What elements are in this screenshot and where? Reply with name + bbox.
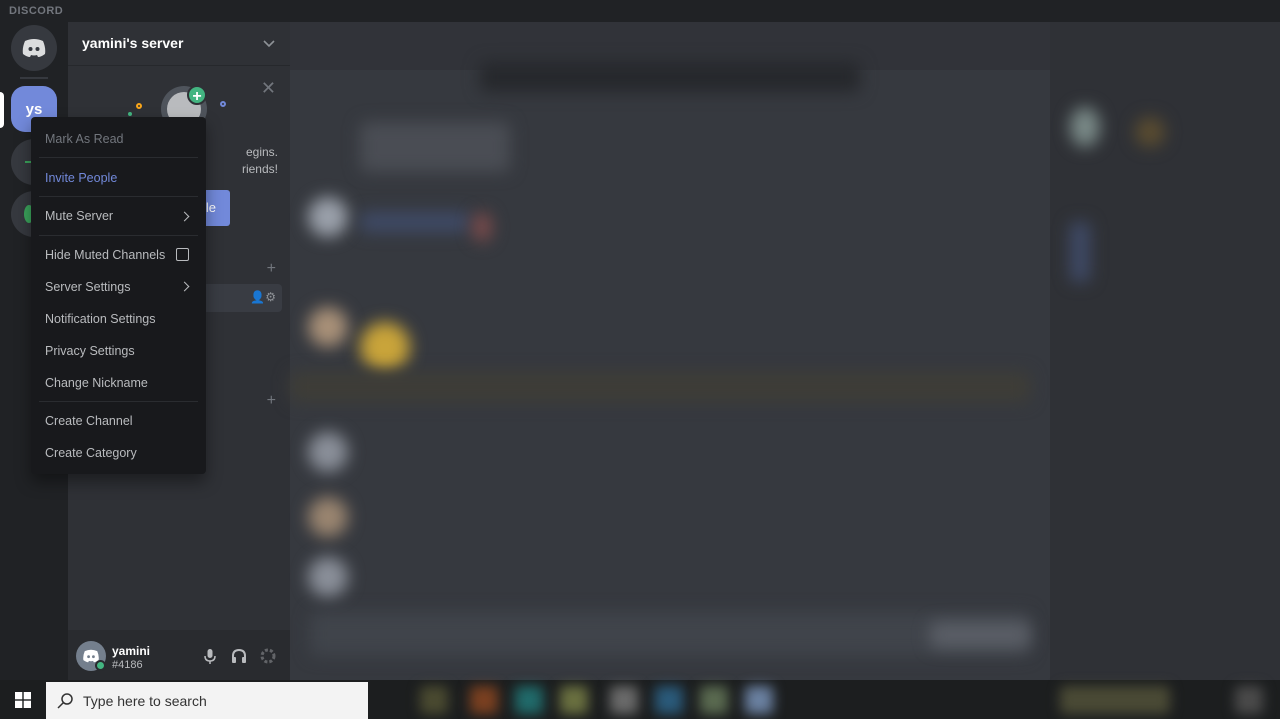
chevron-right-icon: [179, 211, 190, 222]
taskbar-app[interactable]: [515, 686, 543, 714]
menu-separator: [39, 157, 198, 158]
chat-area-blurred: [290, 22, 1050, 680]
member-list-blurred: [1050, 22, 1280, 680]
blurred-banner: [480, 62, 860, 92]
windows-taskbar: Type here to search: [0, 680, 1280, 719]
blurred-emoji: [472, 212, 492, 242]
blurred-welcome: [360, 122, 510, 172]
channel-settings-icons[interactable]: 👤⚙: [250, 290, 276, 304]
close-icon[interactable]: ✕: [261, 79, 276, 97]
online-status-indicator: [95, 660, 106, 671]
blurred-avatar: [308, 197, 348, 237]
menu-separator: [39, 235, 198, 236]
menu-item-change-nickname[interactable]: Change Nickname: [45, 376, 148, 390]
search-placeholder: Type here to search: [83, 693, 207, 709]
menu-item-notification-settings[interactable]: Notification Settings: [45, 312, 155, 326]
chevron-down-icon: [263, 40, 275, 48]
blurred-input-button: [930, 622, 1030, 648]
taskbar-app[interactable]: [655, 686, 683, 714]
hide-muted-checkbox[interactable]: [176, 248, 189, 261]
microphone-icon[interactable]: [201, 647, 219, 665]
menu-separator: [39, 401, 198, 402]
blurred-avatar: [308, 432, 348, 472]
start-button[interactable]: [0, 680, 46, 719]
title-bar: DISCORD: [0, 0, 1280, 22]
menu-item-hide-muted-channels[interactable]: Hide Muted Channels: [45, 248, 165, 262]
menu-item-invite-people[interactable]: Invite People: [45, 171, 117, 185]
discord-brand: DISCORD: [9, 5, 64, 17]
headphones-icon[interactable]: [230, 647, 248, 665]
menu-item-privacy-settings[interactable]: Privacy Settings: [45, 344, 135, 358]
notification-center[interactable]: [1235, 686, 1263, 714]
menu-item-mark-as-read[interactable]: Mark As Read: [45, 132, 124, 146]
menu-item-create-category[interactable]: Create Category: [45, 446, 137, 460]
selected-server-indicator: [0, 92, 4, 128]
menu-item-mute-server[interactable]: Mute Server: [45, 209, 113, 223]
server-header[interactable]: yamini's server: [68, 22, 290, 66]
create-channel-icon[interactable]: +: [267, 260, 276, 278]
menu-item-create-channel[interactable]: Create Channel: [45, 414, 133, 428]
server-context-menu: Mark As Read Invite People Mute Server H…: [31, 117, 206, 474]
taskbar-app[interactable]: [560, 686, 588, 714]
server-name: yamini's server: [82, 35, 184, 51]
taskbar-app[interactable]: [470, 686, 498, 714]
blurred-member: [1135, 117, 1165, 147]
menu-item-server-settings[interactable]: Server Settings: [45, 280, 130, 294]
gear-icon[interactable]: [259, 647, 277, 665]
blurred-sticker: [360, 322, 410, 372]
decor-dot: [220, 101, 226, 107]
add-friend-icon: +: [187, 85, 207, 105]
username: yamini: [112, 644, 151, 658]
discord-logo-icon: [22, 39, 46, 57]
taskbar-app[interactable]: [745, 686, 773, 714]
blurred-avatar: [308, 307, 348, 347]
decor-dot: [128, 112, 132, 116]
home-button[interactable]: [11, 25, 57, 71]
rail-separator: [20, 77, 48, 79]
blurred-highlight: [290, 372, 1030, 402]
taskbar-app[interactable]: [610, 686, 638, 714]
message-input-blurred[interactable]: [310, 612, 1030, 656]
blurred-avatar: [308, 497, 348, 537]
user-tag: #4186: [112, 659, 143, 671]
decor-dot: [136, 103, 142, 109]
blurred-member-avatar: [1070, 107, 1100, 147]
user-panel: yamini #4186: [68, 630, 290, 680]
blurred-member: [1070, 222, 1090, 282]
menu-separator: [39, 196, 198, 197]
taskbar-app[interactable]: [700, 686, 728, 714]
blurred-message: [360, 212, 470, 232]
search-icon: [57, 693, 73, 709]
blurred-avatar: [308, 557, 348, 597]
taskbar-search-box[interactable]: Type here to search: [46, 682, 368, 719]
create-channel-icon[interactable]: +: [267, 392, 276, 410]
windows-logo-icon: [15, 691, 31, 708]
taskbar-app[interactable]: [420, 686, 448, 714]
chevron-right-icon: [179, 281, 190, 292]
system-tray[interactable]: [1060, 686, 1170, 714]
